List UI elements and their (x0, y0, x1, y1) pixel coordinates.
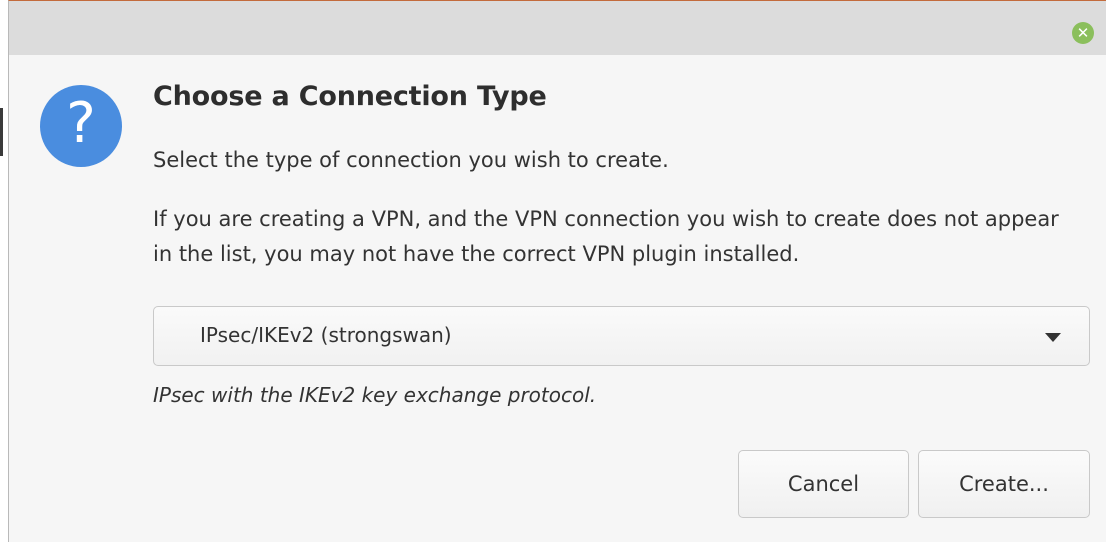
background-window-edge (0, 0, 8, 542)
dialog-title: Choose a Connection Type (153, 81, 547, 112)
connection-type-dropdown[interactable]: IPsec/IKEv2 (strongswan) (153, 306, 1090, 366)
close-icon: ✕ (1076, 23, 1090, 42)
screen: ✕ ? Choose a Connection Type Select the … (0, 0, 1106, 542)
dialog-description: Select the type of connection you wish t… (153, 148, 669, 172)
chevron-down-icon (1045, 333, 1061, 342)
question-icon: ? (40, 85, 122, 167)
dialog-titlebar[interactable]: ✕ (9, 1, 1106, 55)
close-button[interactable]: ✕ (1072, 22, 1094, 44)
background-window-edge-mark (0, 108, 3, 156)
connection-type-selected-value: IPsec/IKEv2 (strongswan) (200, 323, 452, 347)
create-button[interactable]: Create... (918, 450, 1090, 518)
vpn-plugin-note: If you are creating a VPN, and the VPN c… (153, 207, 1059, 266)
cancel-button[interactable]: Cancel (738, 450, 909, 518)
connection-type-description: IPsec with the IKEv2 key exchange protoc… (153, 383, 597, 407)
choose-connection-type-dialog: ✕ ? Choose a Connection Type Select the … (8, 0, 1106, 542)
question-glyph: ? (66, 91, 96, 156)
